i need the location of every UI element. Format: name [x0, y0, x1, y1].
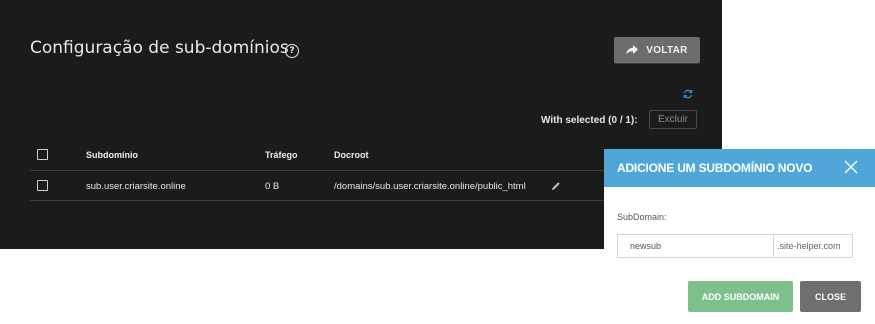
- delete-button[interactable]: Excluir: [649, 110, 697, 129]
- add-subdomain-modal: ADICIONE UM SUBDOMÍNIO NOVO SubDomain: n…: [604, 149, 875, 324]
- add-subdomain-button[interactable]: ADD SUBDOMAIN: [688, 281, 793, 312]
- back-button[interactable]: VOLTAR: [614, 37, 700, 63]
- close-button[interactable]: CLOSE: [800, 281, 861, 312]
- help-icon[interactable]: ?: [285, 44, 299, 58]
- column-header-docroot: Docroot: [334, 150, 369, 160]
- close-icon[interactable]: [843, 159, 859, 175]
- header-divider: [30, 170, 605, 171]
- select-all-checkbox[interactable]: [37, 149, 48, 160]
- row-divider: [30, 200, 605, 201]
- cell-traffic: 0 B: [265, 181, 280, 192]
- column-header-traffic: Tráfego: [265, 150, 298, 160]
- row-checkbox[interactable]: [37, 180, 48, 191]
- domain-suffix: .site-helper.com: [773, 234, 853, 258]
- cell-subdomain: sub.user.criarsite.online: [86, 181, 186, 192]
- modal-header: ADICIONE UM SUBDOMÍNIO NOVO: [604, 149, 875, 187]
- column-header-subdomain: Subdomínio: [86, 150, 138, 160]
- modal-title: ADICIONE UM SUBDOMÍNIO NOVO: [617, 161, 813, 175]
- subdomain-input[interactable]: newsub: [617, 234, 774, 258]
- subdomain-field-label: SubDomain:: [617, 212, 667, 222]
- with-selected-label: With selected (0 / 1):: [541, 115, 638, 126]
- refresh-icon[interactable]: [683, 89, 693, 99]
- pencil-icon[interactable]: [551, 181, 561, 191]
- back-button-label: VOLTAR: [646, 44, 688, 56]
- arrow-share-icon: [626, 45, 639, 55]
- page-title: Configuração de sub-domínios: [30, 38, 289, 58]
- cell-docroot: /domains/sub.user.criarsite.online/publi…: [334, 181, 526, 192]
